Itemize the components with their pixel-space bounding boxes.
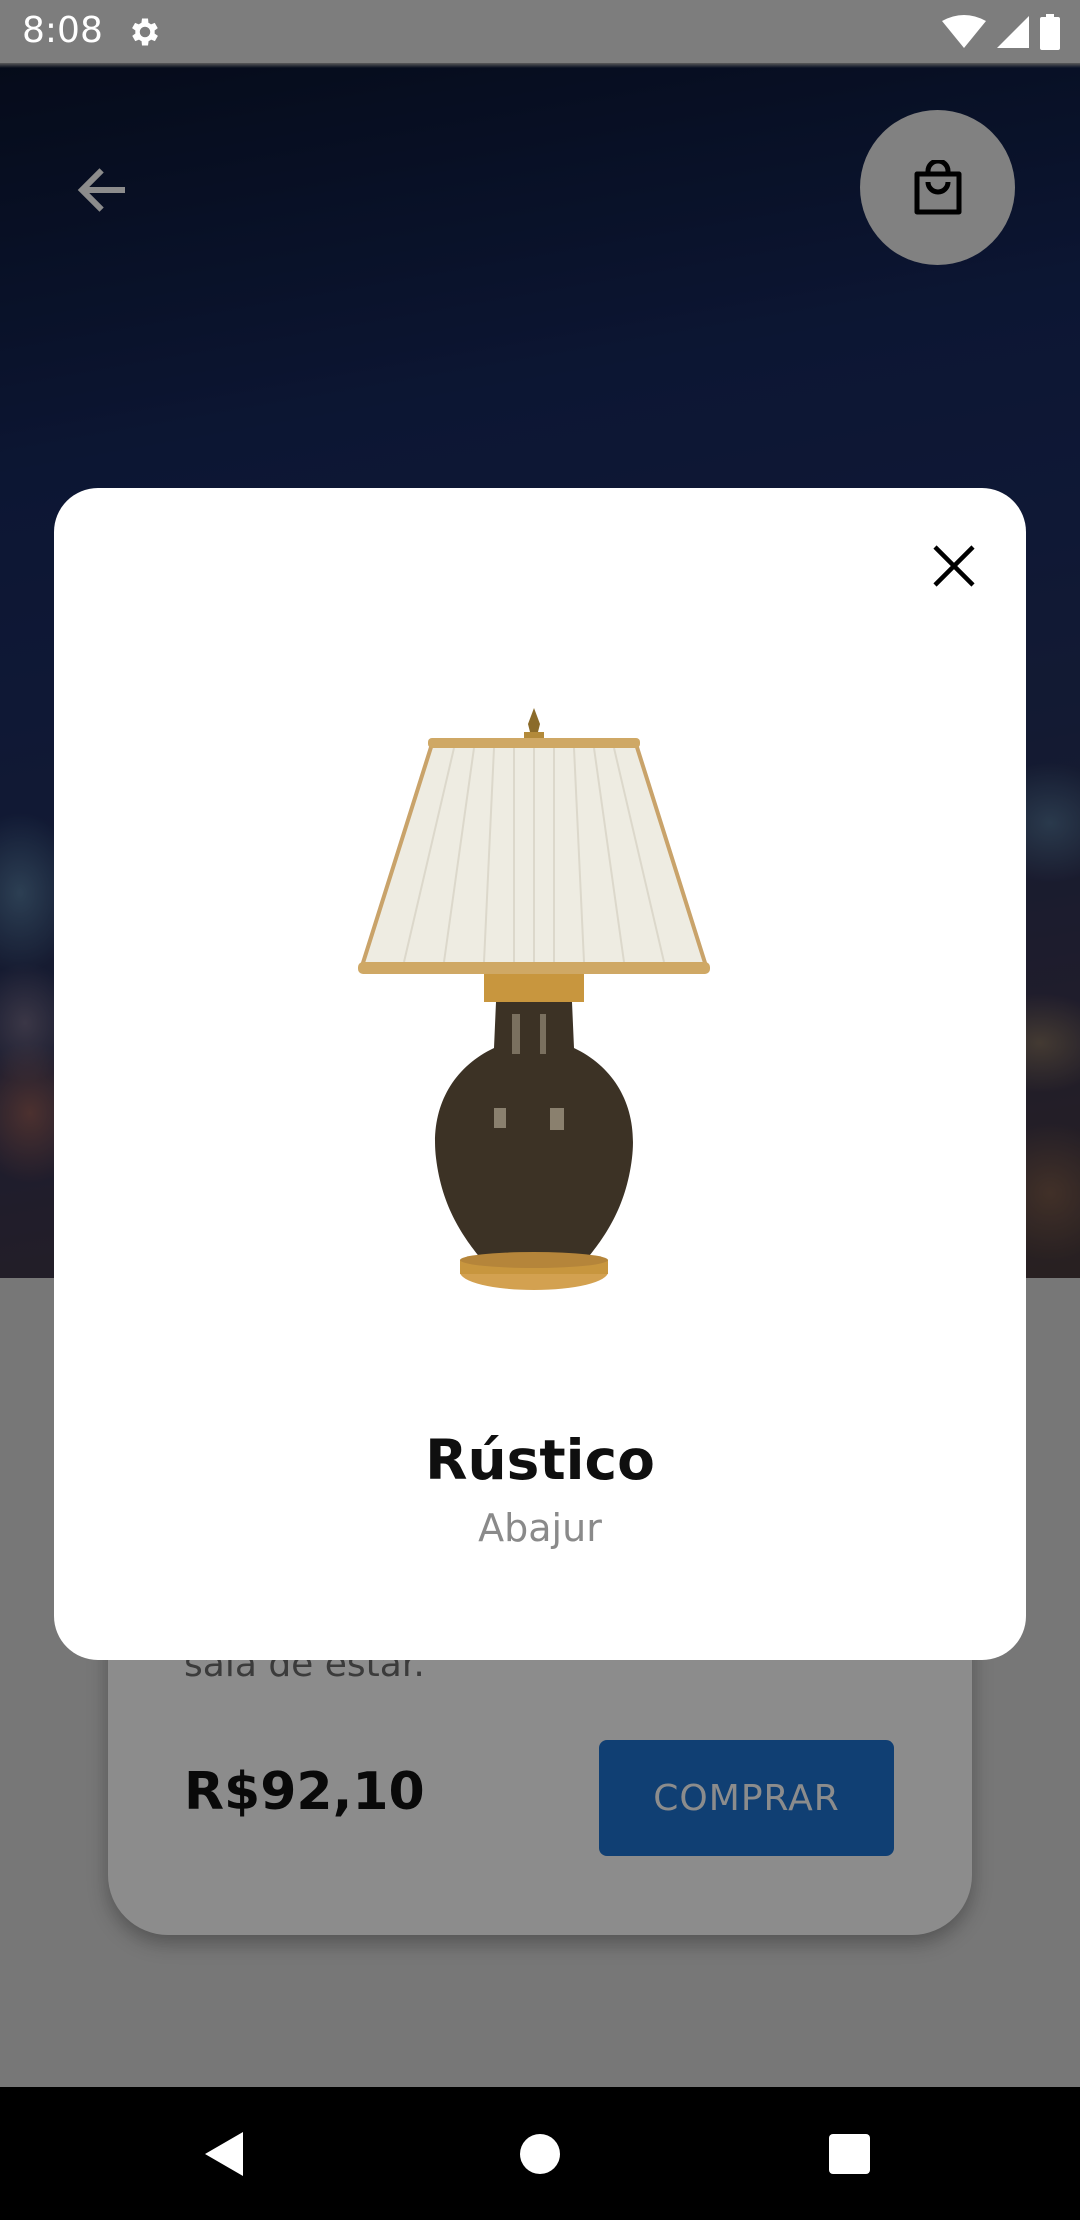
cellular-signal-icon bbox=[997, 16, 1029, 48]
table-lamp-image bbox=[358, 708, 710, 1290]
nav-recents-icon[interactable] bbox=[829, 2134, 870, 2174]
close-icon bbox=[933, 545, 975, 587]
settings-gear-icon bbox=[132, 18, 158, 46]
nav-home-icon[interactable] bbox=[520, 2134, 560, 2174]
nav-back-icon[interactable] bbox=[205, 2132, 245, 2176]
product-category: Abajur bbox=[478, 1506, 602, 1550]
status-bar-shadow bbox=[0, 63, 1080, 68]
battery-icon bbox=[1040, 14, 1060, 50]
wifi-icon bbox=[942, 15, 986, 48]
status-icons bbox=[942, 14, 1060, 50]
system-nav-bar bbox=[0, 2087, 1080, 2220]
product-title: Rústico bbox=[425, 1428, 655, 1492]
status-bar: 8:08 bbox=[0, 0, 1080, 63]
close-button[interactable] bbox=[914, 526, 994, 606]
status-time: 8:08 bbox=[22, 10, 103, 51]
product-detail-dialog: Rústico Abajur bbox=[54, 488, 1026, 1660]
